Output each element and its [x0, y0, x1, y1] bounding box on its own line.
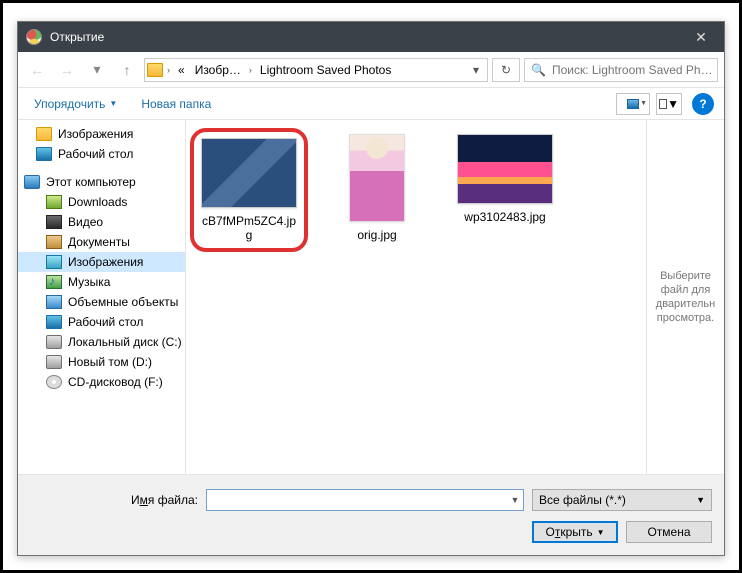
pane-icon	[659, 99, 667, 109]
chevron-down-icon: ▼	[696, 495, 705, 505]
filename-combo[interactable]: ▼	[206, 489, 524, 511]
tree-item-label: Рабочий стол	[68, 315, 143, 329]
thumbnail-image	[201, 138, 297, 208]
dl-icon	[46, 195, 62, 209]
file-item[interactable]: wp3102483.jpg	[446, 130, 564, 228]
view-mode-button[interactable]: ▼	[616, 93, 650, 115]
tree-item-label: Этот компьютер	[46, 175, 136, 189]
disk-icon	[46, 335, 62, 349]
thumbnail-image	[349, 134, 405, 222]
pc-icon	[24, 175, 40, 189]
crumb-2[interactable]: Lightroom Saved Photos	[256, 61, 395, 79]
img-icon	[46, 255, 62, 269]
file-item[interactable]: orig.jpg	[318, 130, 436, 246]
vid-icon	[46, 215, 62, 229]
tree-item-label: Документы	[68, 235, 130, 249]
folder-icon	[36, 127, 52, 141]
cancel-button[interactable]: Отмена	[626, 521, 712, 543]
tree-item-label: Рабочий стол	[58, 147, 133, 161]
split-dropdown-icon[interactable]: ▼	[597, 528, 605, 537]
tree-item-folder[interactable]: Изображения	[18, 124, 185, 144]
filename-input[interactable]	[207, 493, 507, 507]
tree-item-label: Локальный диск (C:)	[68, 335, 182, 349]
obj-icon	[46, 295, 62, 309]
file-grid[interactable]: cB7fMPm5ZC4.jpg orig.jpg wp3102483.jpg	[186, 120, 646, 474]
title-bar: Открытие ✕	[18, 22, 724, 52]
toolbar: Упорядочить▼ Новая папка ▼ ▼ ?	[18, 88, 724, 120]
chevron-down-icon[interactable]: ▼	[507, 495, 523, 505]
refresh-button[interactable]: ↻	[492, 58, 520, 82]
thumbnail-image	[457, 134, 553, 204]
folder-icon	[147, 63, 163, 77]
desktop-icon	[46, 315, 62, 329]
tree-item-pc[interactable]: Этот компьютер	[18, 172, 185, 192]
address-bar: ← → ▾ ↑ › « Изобр… › Lightroom Saved Pho…	[18, 52, 724, 88]
new-folder-button[interactable]: Новая папка	[135, 93, 217, 115]
tree-item-label: Изображения	[58, 127, 133, 141]
file-name-label: wp3102483.jpg	[464, 210, 545, 224]
tree-item-dl[interactable]: Downloads	[18, 192, 185, 212]
chevron-down-icon: ▼	[667, 97, 679, 111]
search-box[interactable]: 🔍	[524, 58, 718, 82]
breadcrumb[interactable]: › « Изобр… › Lightroom Saved Photos ▾	[144, 58, 488, 82]
help-button[interactable]: ?	[692, 93, 714, 115]
tree-item-label: Объемные объекты	[68, 295, 178, 309]
tree-item-disk[interactable]: Локальный диск (C:)	[18, 332, 185, 352]
tree-item-label: Видео	[68, 215, 103, 229]
chevron-down-icon: ▼	[640, 100, 647, 107]
filename-label: Имя файла:	[30, 493, 198, 507]
file-item[interactable]: cB7fMPm5ZC4.jpg	[190, 128, 308, 252]
tree-item-doc[interactable]: Документы	[18, 232, 185, 252]
disk-icon	[46, 355, 62, 369]
open-file-dialog: Открытие ✕ ← → ▾ ↑ › « Изобр… › Lightroo…	[17, 21, 725, 556]
window-title: Открытие	[50, 30, 678, 44]
bottom-panel: Имя файла: ▼ Все файлы (*.*) ▼ Открыть▼ …	[18, 474, 724, 555]
tree-item-label: Музыка	[68, 275, 110, 289]
chrome-icon	[26, 29, 42, 45]
crumb-1[interactable]: Изобр…	[191, 61, 245, 79]
tree-item-disk[interactable]: Новый том (D:)	[18, 352, 185, 372]
chevron-right-icon: ›	[165, 65, 172, 75]
tree-item-obj[interactable]: Объемные объекты	[18, 292, 185, 312]
tree-item-mus[interactable]: Музыка	[18, 272, 185, 292]
tree-item-img[interactable]: Изображения	[18, 252, 185, 272]
tree-item-label: Downloads	[68, 195, 127, 209]
open-button[interactable]: Открыть▼	[532, 521, 618, 543]
desktop-icon	[36, 147, 52, 161]
crumb-dropdown[interactable]: ▾	[467, 63, 485, 77]
nav-up-button[interactable]: ↑	[114, 57, 140, 83]
preview-pane: Выберите файл для дварительн просмотра.	[646, 120, 724, 474]
nav-forward-button[interactable]: →	[54, 57, 80, 83]
folder-tree[interactable]: Изображения Рабочий стол Этот компьютер Dow…	[18, 120, 186, 474]
file-name-label: orig.jpg	[357, 228, 396, 242]
cd-icon	[46, 375, 62, 389]
doc-icon	[46, 235, 62, 249]
crumb-lead[interactable]: «	[174, 61, 189, 79]
preview-pane-button[interactable]: ▼	[656, 93, 682, 115]
tree-item-label: CD-дисковод (F:)	[68, 375, 163, 389]
close-button[interactable]: ✕	[678, 22, 724, 52]
organize-menu[interactable]: Упорядочить▼	[28, 93, 123, 115]
search-input[interactable]	[552, 63, 711, 77]
mus-icon	[46, 275, 62, 289]
search-icon: 🔍	[531, 63, 546, 77]
tree-item-desktop[interactable]: Рабочий стол	[18, 312, 185, 332]
tree-item-label: Новый том (D:)	[68, 355, 152, 369]
tree-item-label: Изображения	[68, 255, 143, 269]
picture-icon	[627, 99, 639, 109]
filetype-combo[interactable]: Все файлы (*.*) ▼	[532, 489, 712, 511]
tree-item-cd[interactable]: CD-дисковод (F:)	[18, 372, 185, 392]
chevron-right-icon: ›	[247, 65, 254, 75]
nav-back-button[interactable]: ←	[24, 57, 50, 83]
file-name-label: cB7fMPm5ZC4.jpg	[200, 214, 298, 242]
tree-item-vid[interactable]: Видео	[18, 212, 185, 232]
chevron-down-icon: ▼	[109, 99, 117, 108]
nav-recent-button[interactable]: ▾	[84, 57, 110, 83]
tree-item-desktop[interactable]: Рабочий стол	[18, 144, 185, 164]
